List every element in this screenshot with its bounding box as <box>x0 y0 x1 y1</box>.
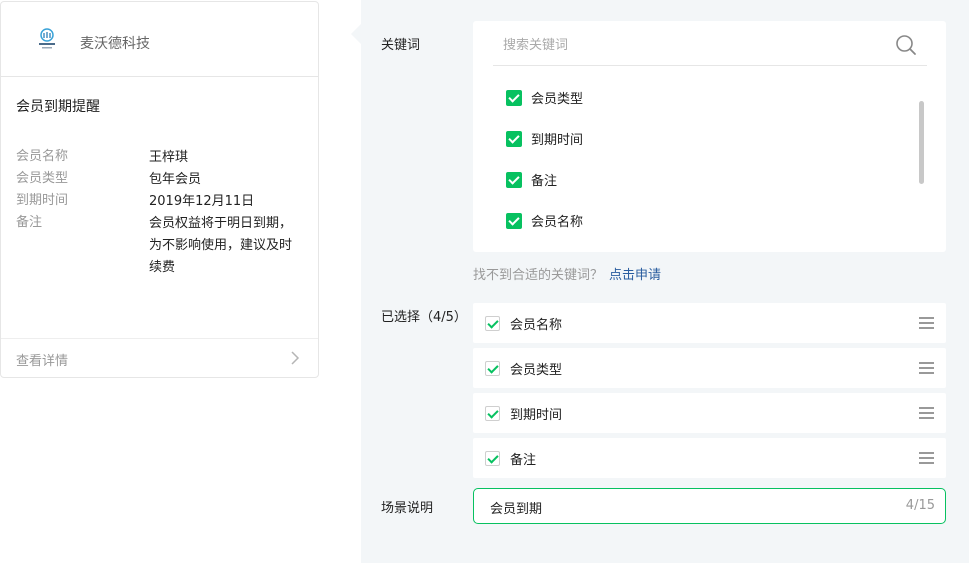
keyword-hint: 找不到合适的关键词？ 点击申请 <box>473 264 661 283</box>
search-icon[interactable] <box>895 34 917 56</box>
keyword-item[interactable]: 会员名称 <box>506 200 583 241</box>
panel-pointer <box>351 24 361 44</box>
keyword-label: 到期时间 <box>531 133 584 148</box>
card-fields: 会员名称 王梓琪 会员类型 包年会员 到期时间 2019年12月11日 备注 会… <box>16 147 306 279</box>
field-row: 到期时间 2019年12月11日 <box>16 191 306 213</box>
field-row: 备注 会员权益将于明日到期，为不影响使用，建议及时续费 <box>16 213 306 279</box>
field-label: 会员名称 <box>16 149 69 164</box>
keyword-item[interactable]: 会员类型 <box>506 77 583 118</box>
field-row: 会员名称 王梓琪 <box>16 147 306 169</box>
selected-item[interactable]: 会员名称 <box>473 303 946 343</box>
field-label: 到期时间 <box>16 193 69 208</box>
drag-handle-icon[interactable] <box>919 362 934 374</box>
keyword-label: 会员类型 <box>531 92 584 107</box>
checkbox-checked[interactable] <box>506 89 522 106</box>
scene-description-field[interactable]: 4/15 <box>473 488 946 524</box>
message-preview-card: 麦沃德科技 会员到期提醒 会员名称 王梓琪 会员类型 包年会员 到期时间 201… <box>0 1 319 378</box>
selected-item-label: 会员名称 <box>510 318 563 333</box>
checkbox-checked[interactable] <box>485 361 500 376</box>
keyword-item[interactable]: 到期时间 <box>506 118 583 159</box>
checkbox-checked[interactable] <box>506 130 522 147</box>
drag-handle-icon[interactable] <box>919 317 934 329</box>
scene-label: 场景说明 <box>381 501 434 516</box>
drag-handle-icon[interactable] <box>919 407 934 419</box>
company-name: 麦沃德科技 <box>80 36 150 52</box>
keyword-item[interactable]: 备注 <box>506 159 583 200</box>
field-value: 包年会员 <box>149 172 202 187</box>
keyword-label: 会员名称 <box>531 215 584 230</box>
checkbox-checked[interactable] <box>506 171 522 188</box>
view-detail-label: 查看详情 <box>16 354 69 369</box>
card-title: 会员到期提醒 <box>16 99 100 115</box>
field-label: 会员类型 <box>16 171 69 186</box>
field-value: 王梓琪 <box>149 150 189 165</box>
field-label: 备注 <box>16 215 43 230</box>
checkbox-checked[interactable] <box>485 406 500 421</box>
keyword-label: 备注 <box>531 174 558 189</box>
selected-item-label: 到期时间 <box>510 408 563 423</box>
selected-item[interactable]: 备注 <box>473 438 946 478</box>
keyword-search <box>493 21 927 66</box>
selected-item[interactable]: 会员类型 <box>473 348 946 388</box>
keyword-list: 会员类型 到期时间 备注 会员名称 <box>506 77 583 241</box>
chevron-right-icon <box>291 351 300 365</box>
selected-list: 会员名称 会员类型 到期时间 备注 <box>473 303 946 483</box>
field-value: 2019年12月11日 <box>149 194 255 209</box>
drag-handle-icon[interactable] <box>919 452 934 464</box>
checkbox-checked[interactable] <box>506 212 522 229</box>
config-panel: 关键词 会员类型 到期时间 备注 会员名称 <box>361 0 969 563</box>
field-value: 会员权益将于明日到期，为不影响使用，建议及时续费 <box>149 216 293 275</box>
card-header: 麦沃德科技 <box>1 2 318 77</box>
keyword-picker: 会员类型 到期时间 备注 会员名称 <box>473 21 946 252</box>
scene-description-input[interactable] <box>490 497 870 517</box>
company-logo <box>39 28 55 49</box>
selected-item-label: 会员类型 <box>510 363 563 378</box>
selected-item[interactable]: 到期时间 <box>473 393 946 433</box>
selected-label: 已选择（4/5） <box>381 310 467 325</box>
checkbox-checked[interactable] <box>485 316 500 331</box>
keywords-label: 关键词 <box>381 38 421 53</box>
checkbox-checked[interactable] <box>485 451 500 466</box>
char-counter: 4/15 <box>905 498 935 513</box>
keyword-search-input[interactable] <box>503 34 883 56</box>
field-row: 会员类型 包年会员 <box>16 169 306 191</box>
keyword-list-scrollbar[interactable] <box>919 101 924 184</box>
view-detail-link[interactable]: 查看详情 <box>1 338 318 378</box>
apply-keyword-link[interactable]: 点击申请 <box>609 268 661 283</box>
hint-text: 找不到合适的关键词？ <box>473 268 604 283</box>
selected-item-label: 备注 <box>510 453 537 468</box>
